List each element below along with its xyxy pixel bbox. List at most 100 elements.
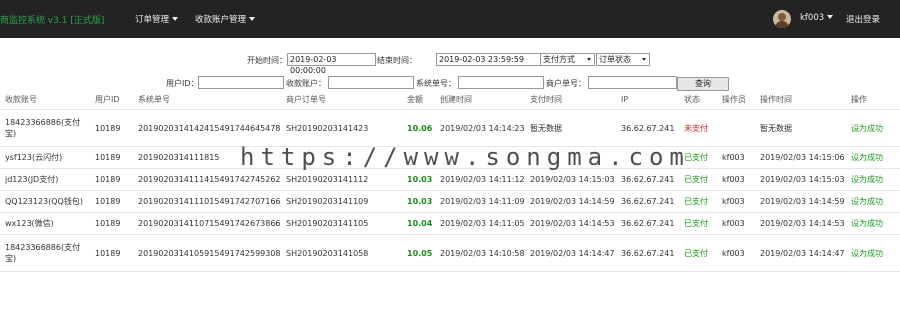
start-time-label: 开始时间： bbox=[247, 56, 287, 65]
user-menu[interactable]: kf003 bbox=[800, 13, 834, 23]
end-time-input[interactable]: 2019-02-03 23:59:59 bbox=[436, 53, 541, 66]
order-status-select[interactable]: 订单状态 bbox=[596, 53, 650, 66]
cell-status: 已支付 bbox=[679, 212, 717, 235]
set-success-button[interactable]: 设为成功 bbox=[846, 146, 900, 169]
cell-operator bbox=[717, 109, 755, 147]
column-header: IP bbox=[621, 95, 629, 104]
cell-created: 2019/02/03 14:11:12 bbox=[435, 168, 525, 191]
menu-label: 订单管理 bbox=[135, 15, 170, 25]
cell-status: 已支付 bbox=[679, 234, 717, 272]
menu-label: 收款账户管理 bbox=[195, 15, 247, 25]
order-status-value: 订单状态 bbox=[599, 55, 631, 64]
table-row: wx123(微信) 10189 201902031411071549174267… bbox=[0, 212, 900, 235]
column-header: 金额 bbox=[407, 95, 423, 104]
set-success-button[interactable]: 设为成功 bbox=[846, 234, 900, 272]
set-success-button[interactable]: 设为成功 bbox=[846, 168, 900, 191]
cell-merchant-no: SH20190203141112 bbox=[281, 168, 402, 191]
chevron-down-icon bbox=[827, 15, 834, 19]
avatar[interactable] bbox=[773, 10, 791, 28]
cell-account: ysf123(云闪付) bbox=[0, 146, 90, 169]
cell-ip: 36.62.67.241 bbox=[616, 190, 679, 213]
cell-status: 已支付 bbox=[679, 168, 717, 191]
user-id-label: 用户ID： bbox=[166, 79, 199, 88]
payment-method-select[interactable]: 支付方式 bbox=[540, 53, 595, 66]
app-title: 商监控系统 v3.1 [正式版] bbox=[0, 16, 105, 26]
column-header: 收款账号 bbox=[5, 95, 37, 104]
cell-amount: 10.03 bbox=[402, 168, 435, 191]
cell-merchant-no: SH20190203141058 bbox=[281, 234, 402, 272]
set-success-button[interactable]: 设为成功 bbox=[846, 212, 900, 235]
cell-ip: 36.62.67.241 bbox=[616, 212, 679, 235]
cell-merchant-no: SH20190203141105 bbox=[281, 212, 402, 235]
cell-system-no: 20190203141424154917446454788 bbox=[133, 109, 281, 147]
cell-status: 已支付 bbox=[679, 146, 717, 169]
system-no-input[interactable] bbox=[458, 76, 544, 89]
account-label: 收款账户： bbox=[286, 79, 326, 88]
cell-created: 2019/02/03 14:10:58 bbox=[435, 234, 525, 272]
cell-paid-time bbox=[525, 146, 616, 169]
logout-link[interactable]: 退出登录 bbox=[846, 13, 880, 25]
user-id-input[interactable] bbox=[198, 76, 284, 89]
cell-ip: 36.62.67.241 bbox=[616, 168, 679, 191]
cell-paid-time: 暂无数据 bbox=[525, 109, 616, 147]
payment-method-value: 支付方式 bbox=[543, 55, 575, 64]
cell-created: 2019/02/03 14:11:05 bbox=[435, 212, 525, 235]
cell-merchant-no bbox=[281, 146, 402, 169]
query-button[interactable]: 查询 bbox=[677, 77, 729, 91]
avatar-head-shape bbox=[778, 13, 786, 21]
table-row: 18423366886(支付宝) 10189 20190203141059154… bbox=[0, 234, 900, 272]
column-header: 商户订单号 bbox=[286, 95, 326, 104]
column-header: 操作时间 bbox=[760, 95, 792, 104]
table-row: 18423366886(支付宝) 10189 20190203141424154… bbox=[0, 109, 900, 147]
cell-operator: kf003 bbox=[717, 168, 755, 191]
chevron-down-icon bbox=[172, 17, 179, 21]
cell-paid-time: 2019/02/03 14:14:59 bbox=[525, 190, 616, 213]
merchant-no-input[interactable] bbox=[588, 76, 677, 89]
cell-created: 2019/02/03 14:11:09 bbox=[435, 190, 525, 213]
cell-amount: 10.03 bbox=[402, 190, 435, 213]
cell-account: wx123(微信) bbox=[0, 212, 90, 235]
set-success-button[interactable]: 设为成功 bbox=[846, 109, 900, 147]
cell-account: jd123(JD支付) bbox=[0, 168, 90, 191]
cell-system-no: 2019020314111815 bbox=[133, 146, 281, 169]
chevron-down-icon bbox=[249, 17, 256, 21]
cell-system-no: 20190203141114154917427452623 bbox=[133, 168, 281, 191]
column-header: 系统单号 bbox=[138, 95, 170, 104]
cell-paid-time: 2019/02/03 14:14:47 bbox=[525, 234, 616, 272]
table-row: QQ123123(QQ钱包) 10189 2019020314111015491… bbox=[0, 190, 900, 213]
system-no-label: 系统单号： bbox=[416, 79, 456, 88]
cell-amount: 10.06 bbox=[402, 109, 435, 147]
column-header: 操作员 bbox=[722, 95, 746, 104]
avatar-body-shape bbox=[775, 21, 789, 28]
cell-user-id: 10189 bbox=[90, 168, 133, 191]
cell-ip: 36.62.67.241 bbox=[616, 109, 679, 147]
cell-op-time: 2019/02/03 14:14:47 bbox=[755, 234, 846, 272]
column-header: 支付时间 bbox=[530, 95, 562, 104]
cell-status: 已支付 bbox=[679, 190, 717, 213]
menu-order-management[interactable]: 订单管理 bbox=[135, 13, 179, 25]
cell-account: QQ123123(QQ钱包) bbox=[0, 190, 90, 213]
cell-operator: kf003 bbox=[717, 190, 755, 213]
cell-system-no: 20190203141110154917427071662 bbox=[133, 190, 281, 213]
cell-op-time: 2019/02/03 14:15:03 bbox=[755, 168, 846, 191]
cell-user-id: 10189 bbox=[90, 212, 133, 235]
dropdown-arrow-icon bbox=[587, 58, 591, 61]
start-time-input[interactable]: 2019-02-03 00:00:00 bbox=[287, 53, 376, 75]
orders-table: 收款账号 用户ID 系统单号 商户订单号 金额 创建时间 支付时间 IP 状态 … bbox=[0, 90, 900, 272]
menu-account-management[interactable]: 收款账户管理 bbox=[195, 13, 256, 25]
end-time-label: 结束时间： bbox=[377, 56, 417, 65]
cell-ip bbox=[616, 146, 679, 169]
account-input[interactable] bbox=[328, 76, 414, 89]
cell-operator: kf003 bbox=[717, 212, 755, 235]
cell-op-time: 暂无数据 bbox=[755, 109, 846, 147]
column-header: 状态 bbox=[684, 95, 700, 104]
cell-user-id: 10189 bbox=[90, 234, 133, 272]
cell-account: 18423366886(支付宝) bbox=[0, 109, 90, 147]
cell-amount: 10.05 bbox=[402, 234, 435, 272]
table-row: jd123(JD支付) 10189 2019020314111415491742… bbox=[0, 168, 900, 191]
cell-paid-time: 2019/02/03 14:15:03 bbox=[525, 168, 616, 191]
username: kf003 bbox=[800, 13, 825, 23]
cell-status: 未支付 bbox=[679, 109, 717, 147]
set-success-button[interactable]: 设为成功 bbox=[846, 190, 900, 213]
cell-created: 2019/02/03 14:14:23 bbox=[435, 109, 525, 147]
